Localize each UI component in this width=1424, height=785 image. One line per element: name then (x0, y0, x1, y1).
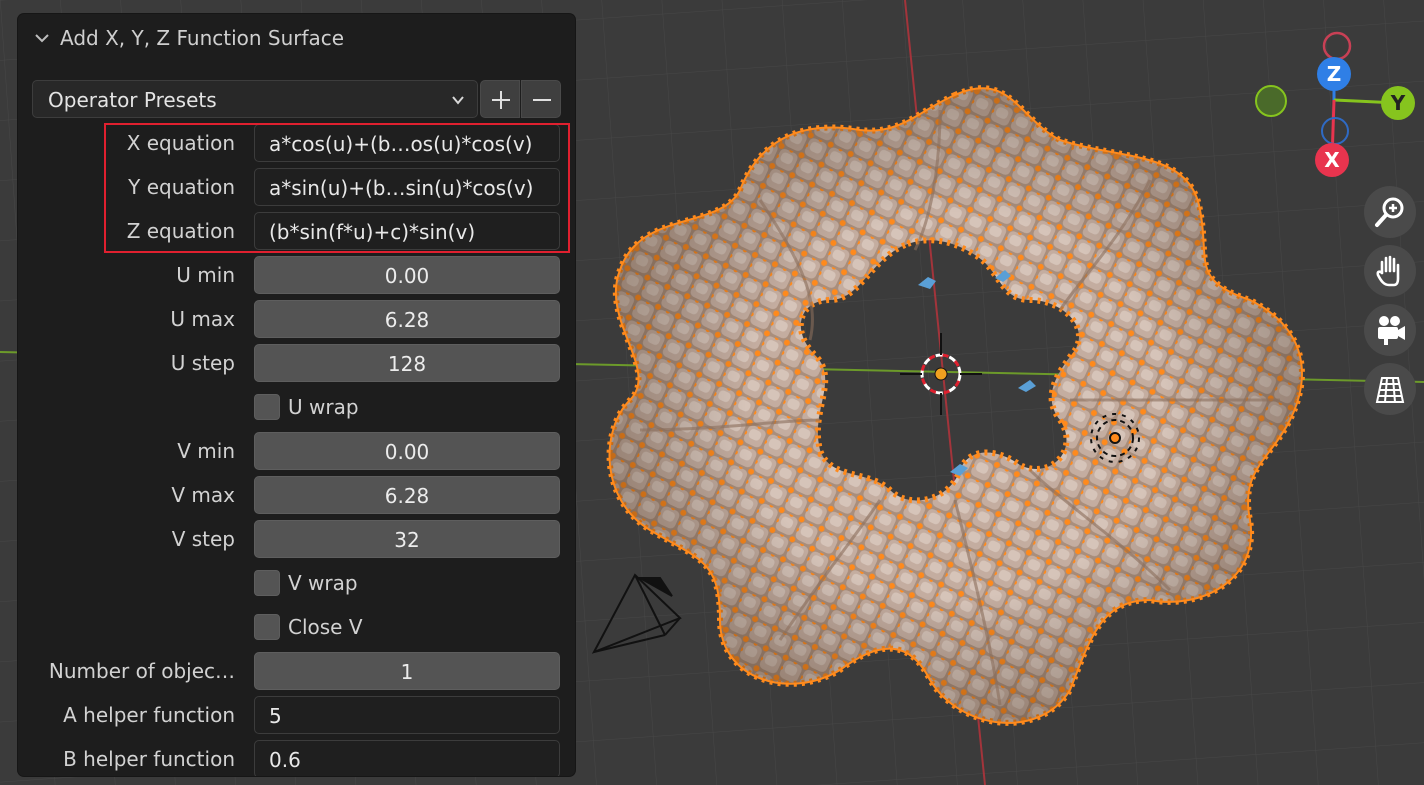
grid-icon (1375, 377, 1405, 403)
x-equation-field[interactable]: a*cos(u)+(b…os(u)*cos(v) (254, 124, 560, 162)
v-min-value: 0.00 (384, 440, 430, 464)
u-min-field[interactable]: 0.00 (254, 256, 560, 294)
panel-title: Add X, Y, Z Function Surface (60, 26, 345, 50)
u-min-label: U min (176, 263, 235, 287)
pan-button[interactable] (1364, 245, 1416, 297)
plus-icon (492, 91, 510, 109)
chevron-down-icon (452, 96, 464, 105)
u-max-row: U max 6.28 (18, 300, 575, 338)
u-wrap-row: U wrap (18, 388, 575, 426)
operator-redo-panel[interactable]: Add X, Y, Z Function Surface Operator Pr… (18, 14, 575, 776)
v-wrap-label[interactable]: V wrap (288, 571, 358, 595)
v-max-field[interactable]: 6.28 (254, 476, 560, 514)
presets-label: Operator Presets (48, 88, 217, 112)
num-objects-row: Number of objec… 1 (18, 652, 575, 690)
gizmo-x-axis[interactable]: X (1315, 143, 1349, 177)
u-max-value: 6.28 (384, 308, 430, 332)
u-min-row: U min 0.00 (18, 256, 575, 294)
a-helper-row: A helper function 5 (18, 696, 575, 734)
gizmo-y-axis[interactable]: Y (1381, 86, 1415, 120)
b-helper-field[interactable]: 0.6 (254, 740, 560, 776)
gizmo-neg-y[interactable] (1255, 85, 1287, 117)
panel-header[interactable]: Add X, Y, Z Function Surface (32, 26, 344, 50)
y-equation-label: Y equation (128, 175, 235, 199)
camera-icon (1378, 316, 1405, 345)
v-wrap-checkbox[interactable] (254, 570, 280, 596)
u-max-label: U max (170, 307, 235, 331)
a-helper-label: A helper function (63, 703, 235, 727)
camera-view-button[interactable] (1364, 304, 1416, 356)
u-min-value: 0.00 (384, 264, 430, 288)
v-max-value: 6.28 (384, 484, 430, 508)
num-objects-value: 1 (400, 660, 414, 684)
v-min-field[interactable]: 0.00 (254, 432, 560, 470)
y-equation-field[interactable]: a*sin(u)+(b…sin(u)*cos(v) (254, 168, 560, 206)
close-v-row: Close V (18, 608, 575, 646)
zoom-button[interactable] (1364, 186, 1416, 238)
u-step-label: U step (170, 351, 235, 375)
close-v-label[interactable]: Close V (288, 615, 363, 639)
b-helper-value: 0.6 (269, 748, 301, 772)
x-equation-label: X equation (126, 131, 235, 155)
z-equation-label: Z equation (126, 219, 235, 243)
zoom-icon (1375, 197, 1404, 227)
a-helper-field[interactable]: 5 (254, 696, 560, 734)
u-step-field[interactable]: 128 (254, 344, 560, 382)
remove-preset-button[interactable] (521, 80, 561, 118)
u-step-value: 128 (387, 352, 427, 376)
u-max-field[interactable]: 6.28 (254, 300, 560, 338)
x-equation-value: a*cos(u)+(b…os(u)*cos(v) (269, 132, 533, 156)
v-wrap-row: V wrap (18, 564, 575, 602)
y-equation-value: a*sin(u)+(b…sin(u)*cos(v) (269, 176, 534, 200)
v-step-label: V step (171, 527, 235, 551)
operator-presets-dropdown[interactable]: Operator Presets (32, 80, 478, 118)
add-preset-button[interactable] (480, 80, 520, 118)
z-equation-field[interactable]: (b*sin(f*u)+c)*sin(v) (254, 212, 560, 250)
chevron-down-icon (35, 34, 49, 43)
ortho-toggle-button[interactable] (1364, 363, 1416, 415)
v-min-label: V min (177, 439, 235, 463)
hand-icon (1376, 255, 1400, 287)
close-v-checkbox[interactable] (254, 614, 280, 640)
b-helper-row: B helper function 0.6 (18, 740, 575, 776)
v-step-value: 32 (394, 528, 420, 552)
u-wrap-checkbox[interactable] (254, 394, 280, 420)
u-wrap-label[interactable]: U wrap (288, 395, 359, 419)
z-equation-row: Z equation (b*sin(f*u)+c)*sin(v) (18, 212, 575, 250)
v-step-row: V step 32 (18, 520, 575, 558)
v-max-label: V max (171, 483, 235, 507)
x-equation-row: X equation a*cos(u)+(b…os(u)*cos(v) (18, 124, 575, 162)
num-objects-field[interactable]: 1 (254, 652, 560, 690)
b-helper-label: B helper function (63, 747, 235, 771)
y-equation-row: Y equation a*sin(u)+(b…sin(u)*cos(v) (18, 168, 575, 206)
num-objects-label: Number of objec… (48, 659, 235, 683)
u-step-row: U step 128 (18, 344, 575, 382)
v-max-row: V max 6.28 (18, 476, 575, 514)
a-helper-value: 5 (269, 704, 282, 728)
z-equation-value: (b*sin(f*u)+c)*sin(v) (269, 220, 476, 244)
v-step-field[interactable]: 32 (254, 520, 560, 558)
minus-icon (533, 99, 551, 101)
v-min-row: V min 0.00 (18, 432, 575, 470)
gizmo-z-axis[interactable]: Z (1317, 57, 1351, 91)
